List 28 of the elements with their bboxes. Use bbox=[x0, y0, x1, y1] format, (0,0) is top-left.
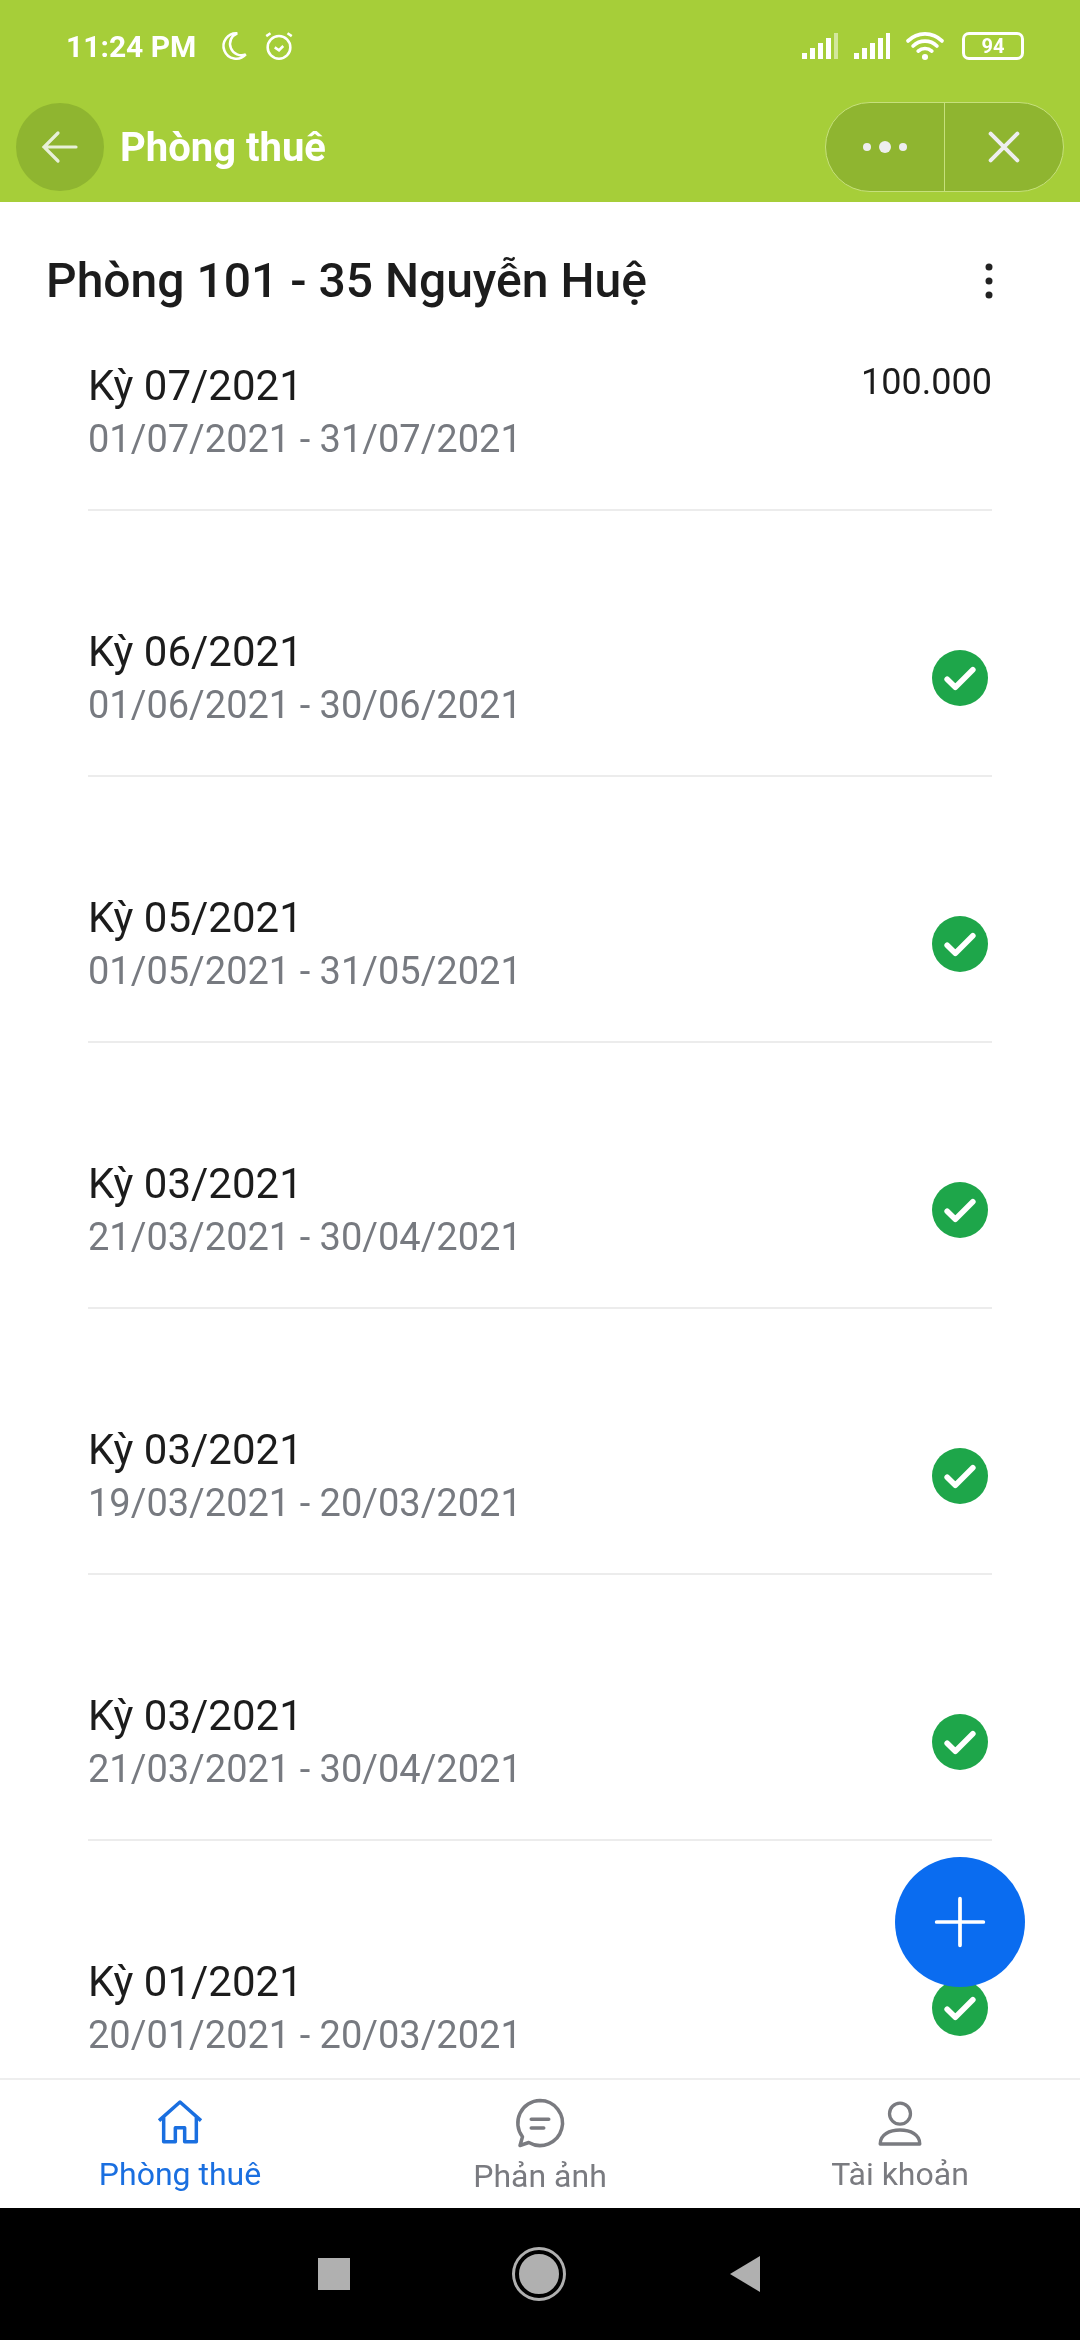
plus-icon bbox=[932, 1894, 988, 1950]
status-time: 11:24 PM bbox=[66, 28, 197, 64]
period-dates: 01/05/2021 - 31/05/2021 bbox=[88, 948, 523, 995]
period-title: Kỳ 03/2021 bbox=[88, 1159, 304, 1209]
room-title: Phòng 101 - 35 Nguyễn Huệ bbox=[46, 252, 647, 309]
app-bar-title: Phòng thuê bbox=[120, 123, 326, 171]
period-dates: 19/03/2021 - 20/03/2021 bbox=[88, 1480, 523, 1527]
amount-text: 100.000 bbox=[861, 361, 992, 403]
wifi-icon bbox=[904, 29, 946, 63]
period-dates: 20/01/2021 - 20/03/2021 bbox=[88, 2012, 523, 2059]
nav-tab[interactable]: Phản ảnh bbox=[360, 2080, 720, 2208]
signal-icon bbox=[800, 31, 840, 61]
period-title: Kỳ 06/2021 bbox=[88, 627, 304, 677]
period-title: Kỳ 07/2021 bbox=[88, 361, 304, 411]
period-title: Kỳ 03/2021 bbox=[88, 1425, 304, 1475]
signal-icon bbox=[852, 31, 892, 61]
home-button[interactable] bbox=[515, 2250, 563, 2298]
nav-tab[interactable]: Phòng thuê bbox=[0, 2080, 360, 2208]
period-title: Kỳ 03/2021 bbox=[88, 1691, 304, 1741]
period-title: Kỳ 05/2021 bbox=[88, 893, 304, 943]
period-dates: 01/06/2021 - 30/06/2021 bbox=[88, 682, 523, 729]
battery-level-text: 94 bbox=[981, 34, 1005, 58]
period-dates: 01/07/2021 - 31/07/2021 bbox=[88, 416, 523, 463]
nav-tab[interactable]: Tài khoản bbox=[720, 2080, 1080, 2208]
period-title: Kỳ 01/2021 bbox=[88, 1957, 304, 2007]
period-dates: 21/03/2021 - 30/04/2021 bbox=[88, 1746, 523, 1793]
back-button[interactable] bbox=[728, 2254, 762, 2294]
period-dates: 21/03/2021 - 30/04/2021 bbox=[88, 1214, 523, 1261]
